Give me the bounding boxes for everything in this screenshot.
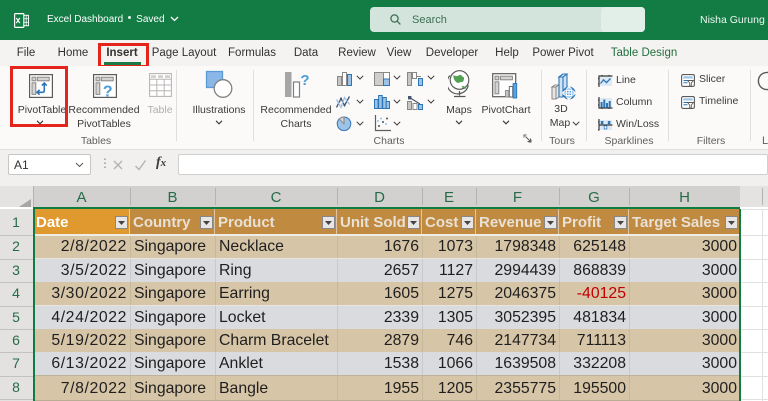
svg-text:?: ?: [103, 84, 113, 101]
svg-text:?: ?: [300, 72, 309, 89]
